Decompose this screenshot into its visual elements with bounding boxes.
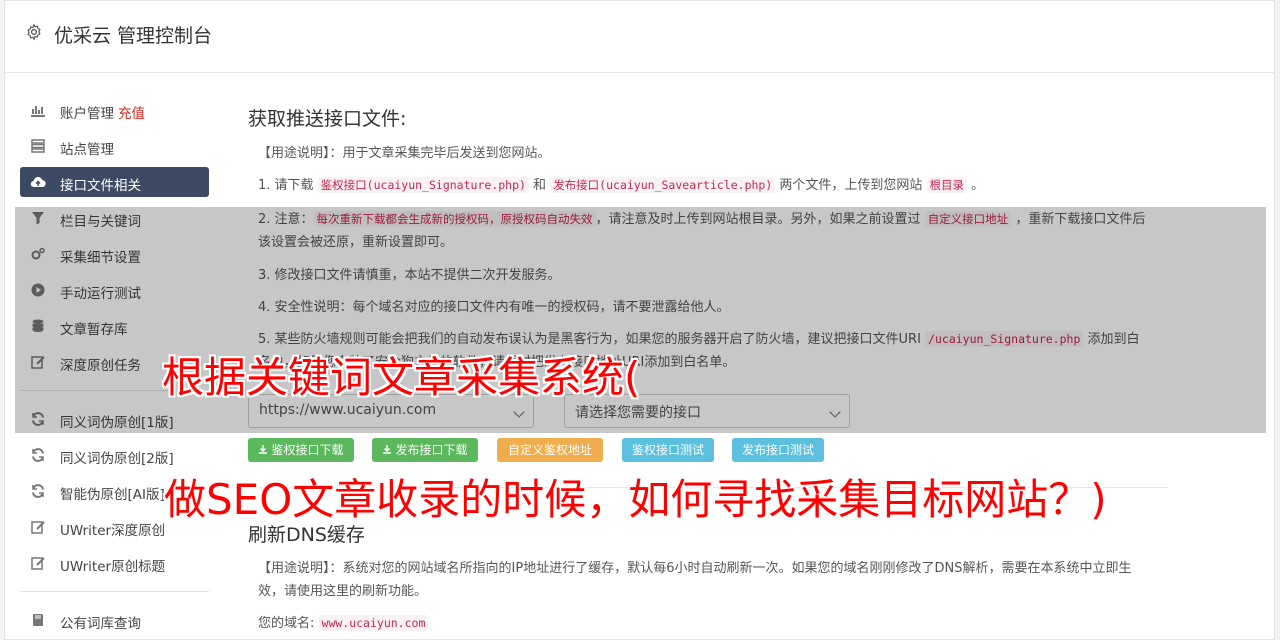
sidebar-item-label: UWriter原创标题 — [60, 559, 166, 575]
sidebar-item-sites[interactable]: 站点管理 — [20, 131, 209, 161]
domain-value: www.ucaiyun.com — [318, 615, 429, 631]
overlay-headline-2: 做SEO文章收录的时候，如何寻找采集目标网站？) — [164, 475, 1107, 524]
usage-text: 系统对您的网站域名所指向的IP地址进行了缓存，默认每6小时自动刷新一次。如果您的… — [258, 561, 1132, 599]
usage-text: 用于文章采集完毕后发送到您网站。 — [342, 146, 551, 161]
sidebar-item-public-thesaurus[interactable]: 公有词库查询 — [20, 605, 209, 635]
download-signature-button[interactable]: 鉴权接口下载 — [248, 438, 354, 462]
sidebar-divider — [20, 591, 209, 592]
usage-label: 【用途说明】： — [258, 561, 343, 576]
gear-icon — [27, 23, 41, 41]
custom-signature-button[interactable]: 自定义鉴权地址 — [497, 438, 603, 462]
refresh-icon — [32, 484, 44, 498]
bar-chart-icon — [31, 106, 45, 117]
usage-label: 【用途说明】： — [258, 146, 343, 161]
step-1: 1. 请下载 鉴权接口(ucaiyun_Signature.php) 和 发布接… — [258, 174, 1148, 197]
test-signature-button[interactable]: 鉴权接口测试 — [622, 438, 714, 462]
section-heading-api-files: 获取推送接口文件: — [248, 108, 407, 130]
download-icon — [383, 445, 392, 454]
sidebar-item-label: UWriter深度原创 — [60, 523, 166, 539]
download-icon — [259, 445, 268, 454]
header-bar: 优采云 管理控制台 — [5, 1, 1274, 73]
edit-icon — [31, 557, 45, 570]
sidebar-item-label: 智能伪原创[AI版] — [60, 487, 165, 503]
book-icon — [33, 614, 43, 626]
edit-icon — [31, 521, 45, 534]
step-text: 两个文件，上传到您网站 — [775, 178, 927, 193]
overlay-headline-1: 根据关键词文章采集系统( — [162, 353, 641, 402]
sidebar-item-label: 公有词库查询 — [60, 616, 141, 632]
sidebar-item-api-files[interactable]: 接口文件相关 — [20, 167, 209, 197]
dns-usage-note: 【用途说明】：系统对您的网站域名所指向的IP地址进行了缓存，默认每6小时自动刷新… — [258, 557, 1148, 603]
download-signature-link[interactable]: 鉴权接口(ucaiyun_Signature.php) — [317, 177, 529, 193]
sidebar-item-label: 同义词伪原创[2版] — [60, 451, 174, 467]
download-savearticle-link[interactable]: 发布接口(ucaiyun_Savearticle.php) — [550, 177, 776, 193]
step-text: 和 — [528, 178, 551, 193]
sidebar-item-label: 账户管理 — [60, 106, 114, 122]
root-dir-code: 根目录 — [926, 177, 968, 193]
cloud-upload-icon — [30, 177, 46, 188]
recharge-link[interactable]: 充值 — [118, 106, 145, 122]
dns-domain-row: 您的域名: www.ucaiyun.com — [258, 612, 1148, 635]
refresh-icon — [32, 448, 44, 462]
usage-note: 【用途说明】：用于文章采集完毕后发送到您网站。 — [258, 142, 1148, 165]
sidebar-item-label: 站点管理 — [60, 142, 114, 158]
button-label: 鉴权接口下载 — [271, 443, 344, 457]
sidebar-item-account[interactable]: 账户管理 充值 — [20, 95, 209, 125]
app-title: 优采云 管理控制台 — [54, 25, 213, 47]
server-icon — [31, 139, 45, 153]
button-label: 发布接口下载 — [395, 443, 468, 457]
download-savearticle-button[interactable]: 发布接口下载 — [372, 438, 478, 462]
sidebar-item-uwriter-title[interactable]: UWriter原创标题 — [20, 548, 209, 578]
domain-label: 您的域名: — [258, 616, 319, 631]
step-text: 。 — [967, 178, 985, 193]
step-text: 1. 请下载 — [258, 178, 318, 193]
test-savearticle-button[interactable]: 发布接口测试 — [732, 438, 824, 462]
sidebar-item-label: 接口文件相关 — [60, 178, 141, 194]
